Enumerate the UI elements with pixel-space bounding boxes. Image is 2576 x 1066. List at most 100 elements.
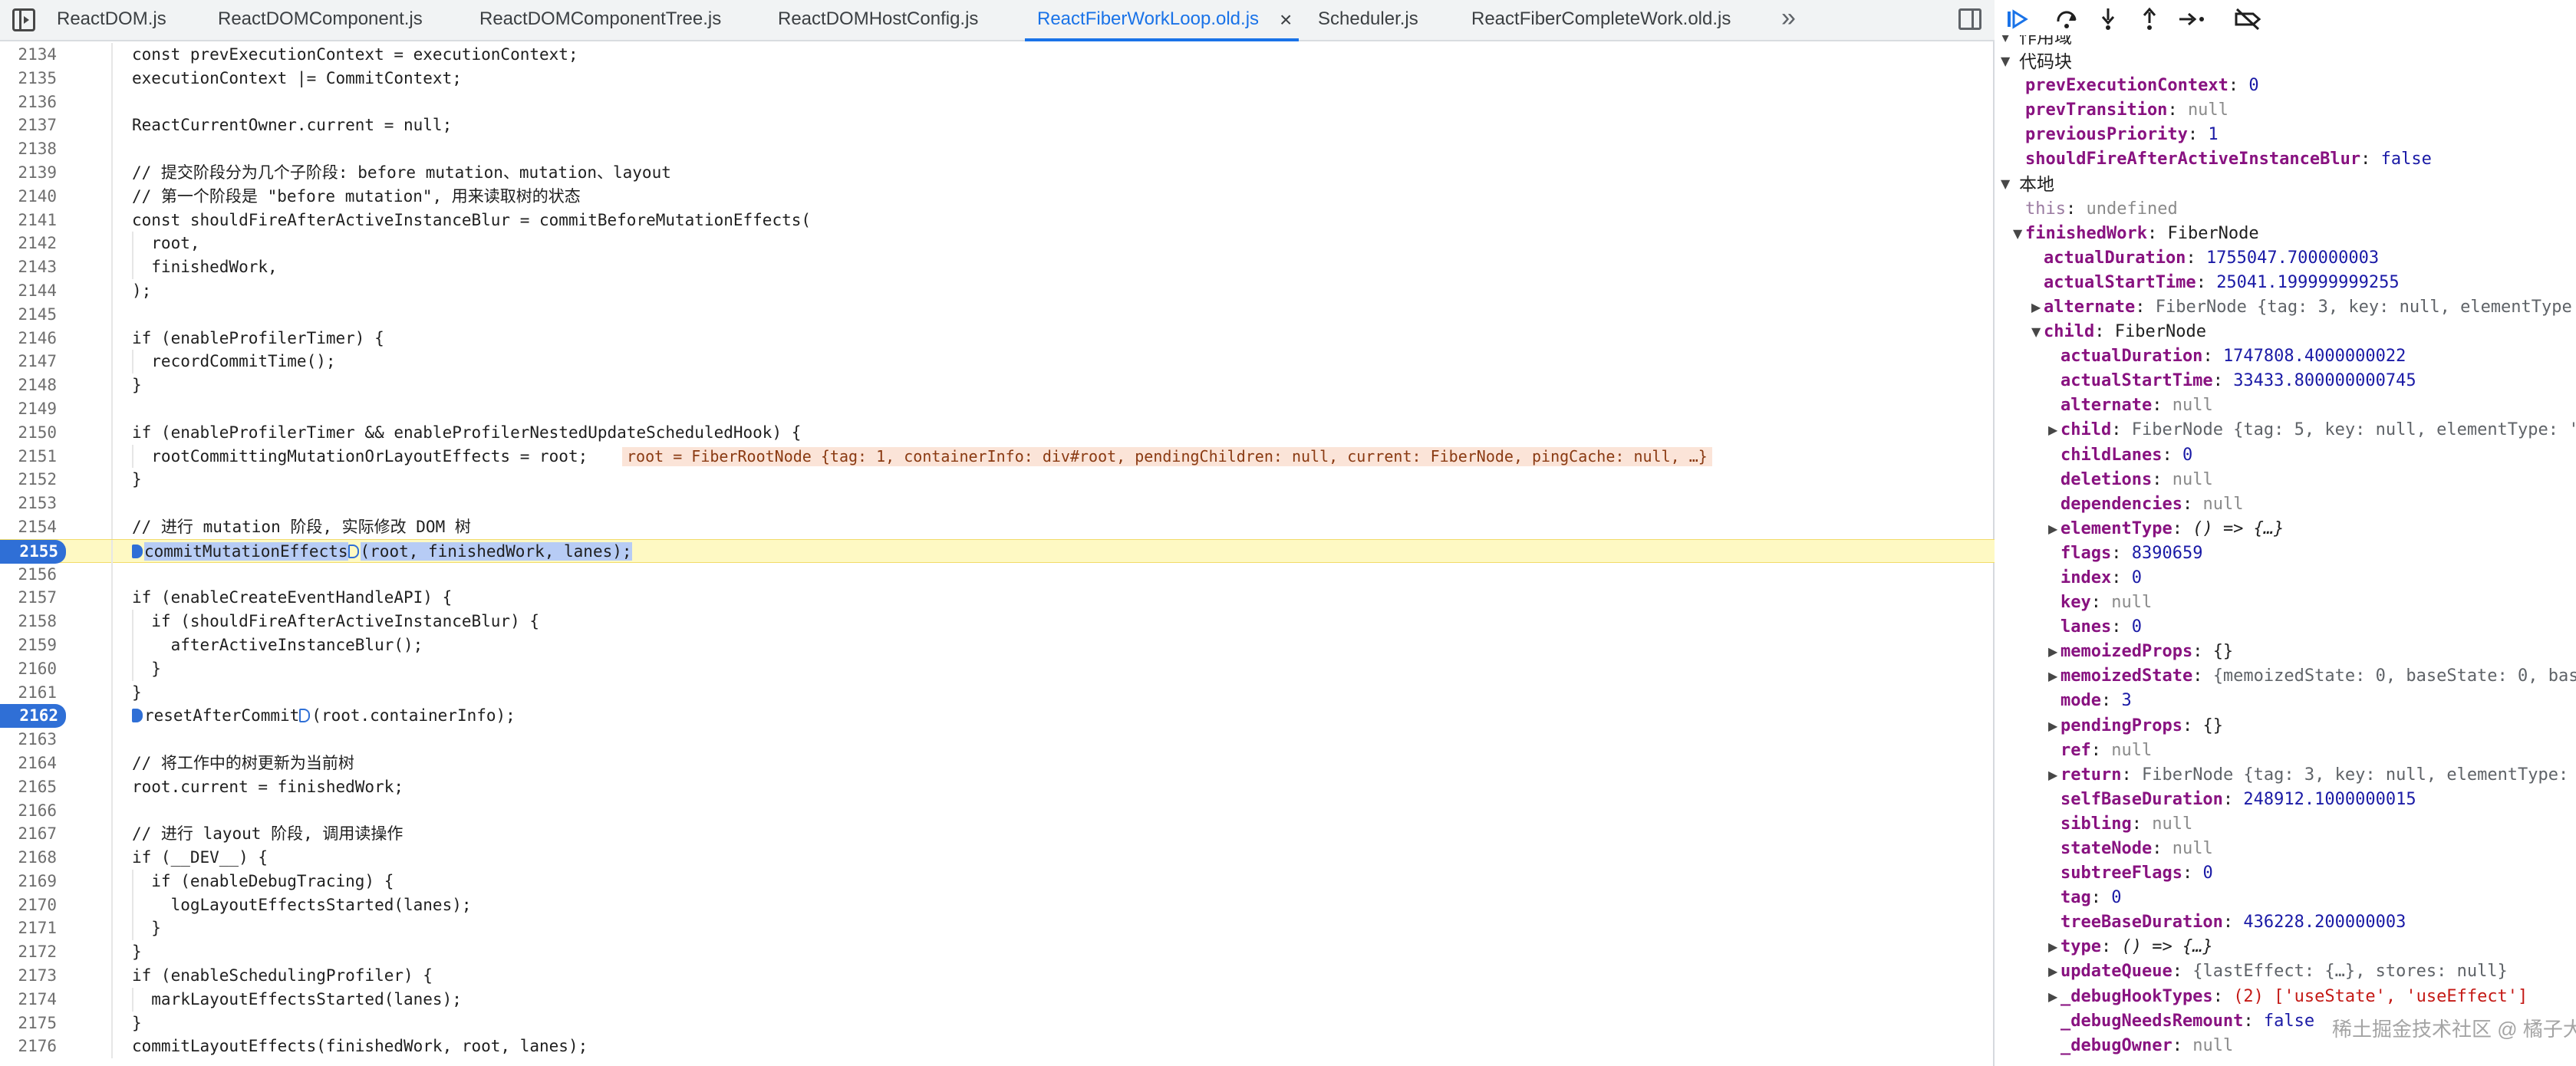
object-property[interactable]: stateNode: null	[1996, 837, 2576, 861]
more-tabs-icon[interactable]: »	[1781, 3, 1796, 33]
toggle-debugger-sidebar-icon[interactable]	[1958, 8, 1981, 30]
collapsed-triangle-icon[interactable]: ▶	[2048, 763, 2057, 788]
tab-reactdomhostconfig[interactable]: ReactDOMHostConfig.js	[778, 0, 978, 41]
line-number[interactable]: 2167	[0, 822, 57, 846]
expanded-triangle-icon[interactable]: ▼	[2001, 49, 2010, 74]
tab-reactdom[interactable]: ReactDOM.js	[57, 0, 166, 41]
line-number[interactable]: 2137	[0, 114, 57, 137]
line-number[interactable]: 2160	[0, 657, 57, 681]
line-number[interactable]: 2153	[0, 492, 57, 515]
close-tab-icon[interactable]: ×	[1280, 8, 1292, 32]
line-number[interactable]: 2175	[0, 1012, 57, 1035]
object-property[interactable]: mode: 3	[1996, 689, 2576, 713]
object-property[interactable]: childLanes: 0	[1996, 443, 2576, 468]
scope-variable[interactable]: prevExecutionContext: 0	[1996, 74, 2576, 98]
line-number[interactable]: 2148	[0, 373, 57, 397]
object-property[interactable]: subtreeFlags: 0	[1996, 861, 2576, 886]
collapsed-triangle-icon[interactable]: ▶	[2048, 959, 2057, 984]
object-property[interactable]: dependencies: null	[1996, 492, 2576, 517]
object-property[interactable]: ▶ alternate: FiberNode {tag: 3, key: null…	[1996, 295, 2576, 320]
collapsed-triangle-icon[interactable]: ▶	[2048, 985, 2057, 1009]
code-area[interactable]: 2134 const prevExecutionContext = executi…	[0, 43, 1995, 1066]
scope-variable[interactable]: this: undefined	[1996, 197, 2576, 222]
object-property[interactable]: ▶ return: FiberNode {tag: 3, key: null, e…	[1996, 763, 2576, 788]
navigator-toggle-icon[interactable]	[12, 8, 35, 31]
tab-reactdomcomponent[interactable]: ReactDOMComponent.js	[218, 0, 423, 41]
object-property[interactable]: selfBaseDuration: 248912.1000000015	[1996, 788, 2576, 812]
line-number[interactable]: 2158	[0, 610, 57, 633]
expanded-triangle-icon[interactable]: ▼	[2001, 172, 2010, 196]
line-number[interactable]: 2139	[0, 161, 57, 185]
step-out-icon[interactable]	[2136, 6, 2163, 34]
line-number[interactable]: 2138	[0, 137, 57, 161]
line-number[interactable]: 2152	[0, 468, 57, 492]
line-number[interactable]: 2168	[0, 846, 57, 870]
line-number[interactable]: 2147	[0, 350, 57, 373]
collapsed-triangle-icon[interactable]: ▶	[2048, 640, 2057, 664]
object-property[interactable]: ▶ elementType: () => {…}	[1996, 517, 2576, 541]
object-property[interactable]: ▶ memoizedState: {memoizedState: 0, baseS…	[1996, 664, 2576, 689]
object-property[interactable]: actualStartTime: 25041.199999999255	[1996, 271, 2576, 295]
object-property[interactable]: ▶ _debugHookTypes: (2) ['useState', 'useE…	[1996, 985, 2576, 1009]
scope-variable[interactable]: prevTransition: null	[1996, 98, 2576, 123]
line-number[interactable]: 2149	[0, 397, 57, 421]
object-property[interactable]: actualStartTime: 33433.800000000745	[1996, 369, 2576, 393]
object-property[interactable]: deletions: null	[1996, 468, 2576, 492]
line-number[interactable]: 2145	[0, 303, 57, 327]
tab-reactdomcomponenttree[interactable]: ReactDOMComponentTree.js	[479, 0, 721, 41]
line-number[interactable]: 2172	[0, 940, 57, 964]
line-number[interactable]: 2141	[0, 209, 57, 232]
tab-scheduler[interactable]: Scheduler.js	[1318, 0, 1418, 41]
line-number[interactable]: 2151	[0, 445, 57, 469]
step-into-icon[interactable]	[2094, 6, 2122, 34]
object-property[interactable]: ref: null	[1996, 739, 2576, 763]
collapsed-triangle-icon[interactable]: ▶	[2048, 517, 2057, 541]
step-icon[interactable]	[2177, 6, 2205, 34]
scope-variable[interactable]: previousPriority: 1	[1996, 123, 2576, 147]
object-property[interactable]: ▶ updateQueue: {lastEffect: {…}, stores: …	[1996, 959, 2576, 984]
collapsed-triangle-icon[interactable]: ▶	[2048, 418, 2057, 443]
line-number[interactable]: 2144	[0, 279, 57, 303]
line-number[interactable]: 2150	[0, 421, 57, 445]
resume-icon[interactable]	[2004, 6, 2031, 34]
line-number[interactable]: 2159	[0, 633, 57, 657]
line-number[interactable]: 2169	[0, 870, 57, 893]
object-property[interactable]: alternate: null	[1996, 393, 2576, 418]
line-number[interactable]: 2156	[0, 563, 57, 587]
object-property[interactable]: key: null	[1996, 591, 2576, 615]
breakpoint-marker-icon[interactable]	[132, 709, 143, 723]
object-property[interactable]: ▼ child: FiberNode	[1996, 320, 2576, 344]
object-property[interactable]: ▶ pendingProps: {}	[1996, 714, 2576, 739]
line-number[interactable]: 2134	[0, 43, 57, 67]
line-number[interactable]: 2174	[0, 988, 57, 1012]
breakpoint-line-number[interactable]: 2162	[0, 704, 66, 729]
line-number[interactable]: 2136	[0, 90, 57, 114]
object-property[interactable]: actualDuration: 1747808.4000000022	[1996, 344, 2576, 369]
collapsed-triangle-icon[interactable]: ▶	[2048, 935, 2057, 959]
line-number[interactable]: 2176	[0, 1035, 57, 1058]
object-property[interactable]: ▶ child: FiberNode {tag: 5, key: null, el…	[1996, 418, 2576, 443]
line-number[interactable]: 2154	[0, 515, 57, 539]
inline-breakpoint-icon[interactable]	[299, 709, 311, 723]
local-scope-header[interactable]: ▼ 本地	[1996, 172, 2576, 196]
scope-variable[interactable]: shouldFireAfterActiveInstanceBlur: false	[1996, 147, 2576, 172]
object-property[interactable]: tag: 0	[1996, 886, 2576, 910]
line-number[interactable]: 2171	[0, 916, 57, 940]
object-property[interactable]: index: 0	[1996, 566, 2576, 591]
collapsed-triangle-icon[interactable]: ▶	[2048, 664, 2057, 689]
object-property[interactable]: ▶ type: () => {…}	[1996, 935, 2576, 959]
line-number[interactable]: 2170	[0, 893, 57, 917]
collapsed-triangle-icon[interactable]: ▶	[2048, 714, 2057, 739]
breakpoint-line-number[interactable]: 2155	[0, 539, 66, 564]
expanded-triangle-icon[interactable]: ▼	[2001, 35, 2010, 43]
step-over-icon[interactable]	[2053, 6, 2080, 34]
line-number[interactable]: 2164	[0, 752, 57, 775]
object-property[interactable]: sibling: null	[1996, 812, 2576, 837]
collapsed-triangle-icon[interactable]: ▶	[2031, 295, 2041, 320]
scope-variable[interactable]: ▼ finishedWork: FiberNode	[1996, 222, 2576, 246]
line-number[interactable]: 2166	[0, 799, 57, 823]
inline-breakpoint-icon[interactable]	[348, 544, 359, 558]
scope-section-header[interactable]: ▼ 作用域	[1996, 35, 2576, 49]
line-number[interactable]: 2146	[0, 327, 57, 350]
object-property[interactable]: flags: 8390659	[1996, 541, 2576, 566]
